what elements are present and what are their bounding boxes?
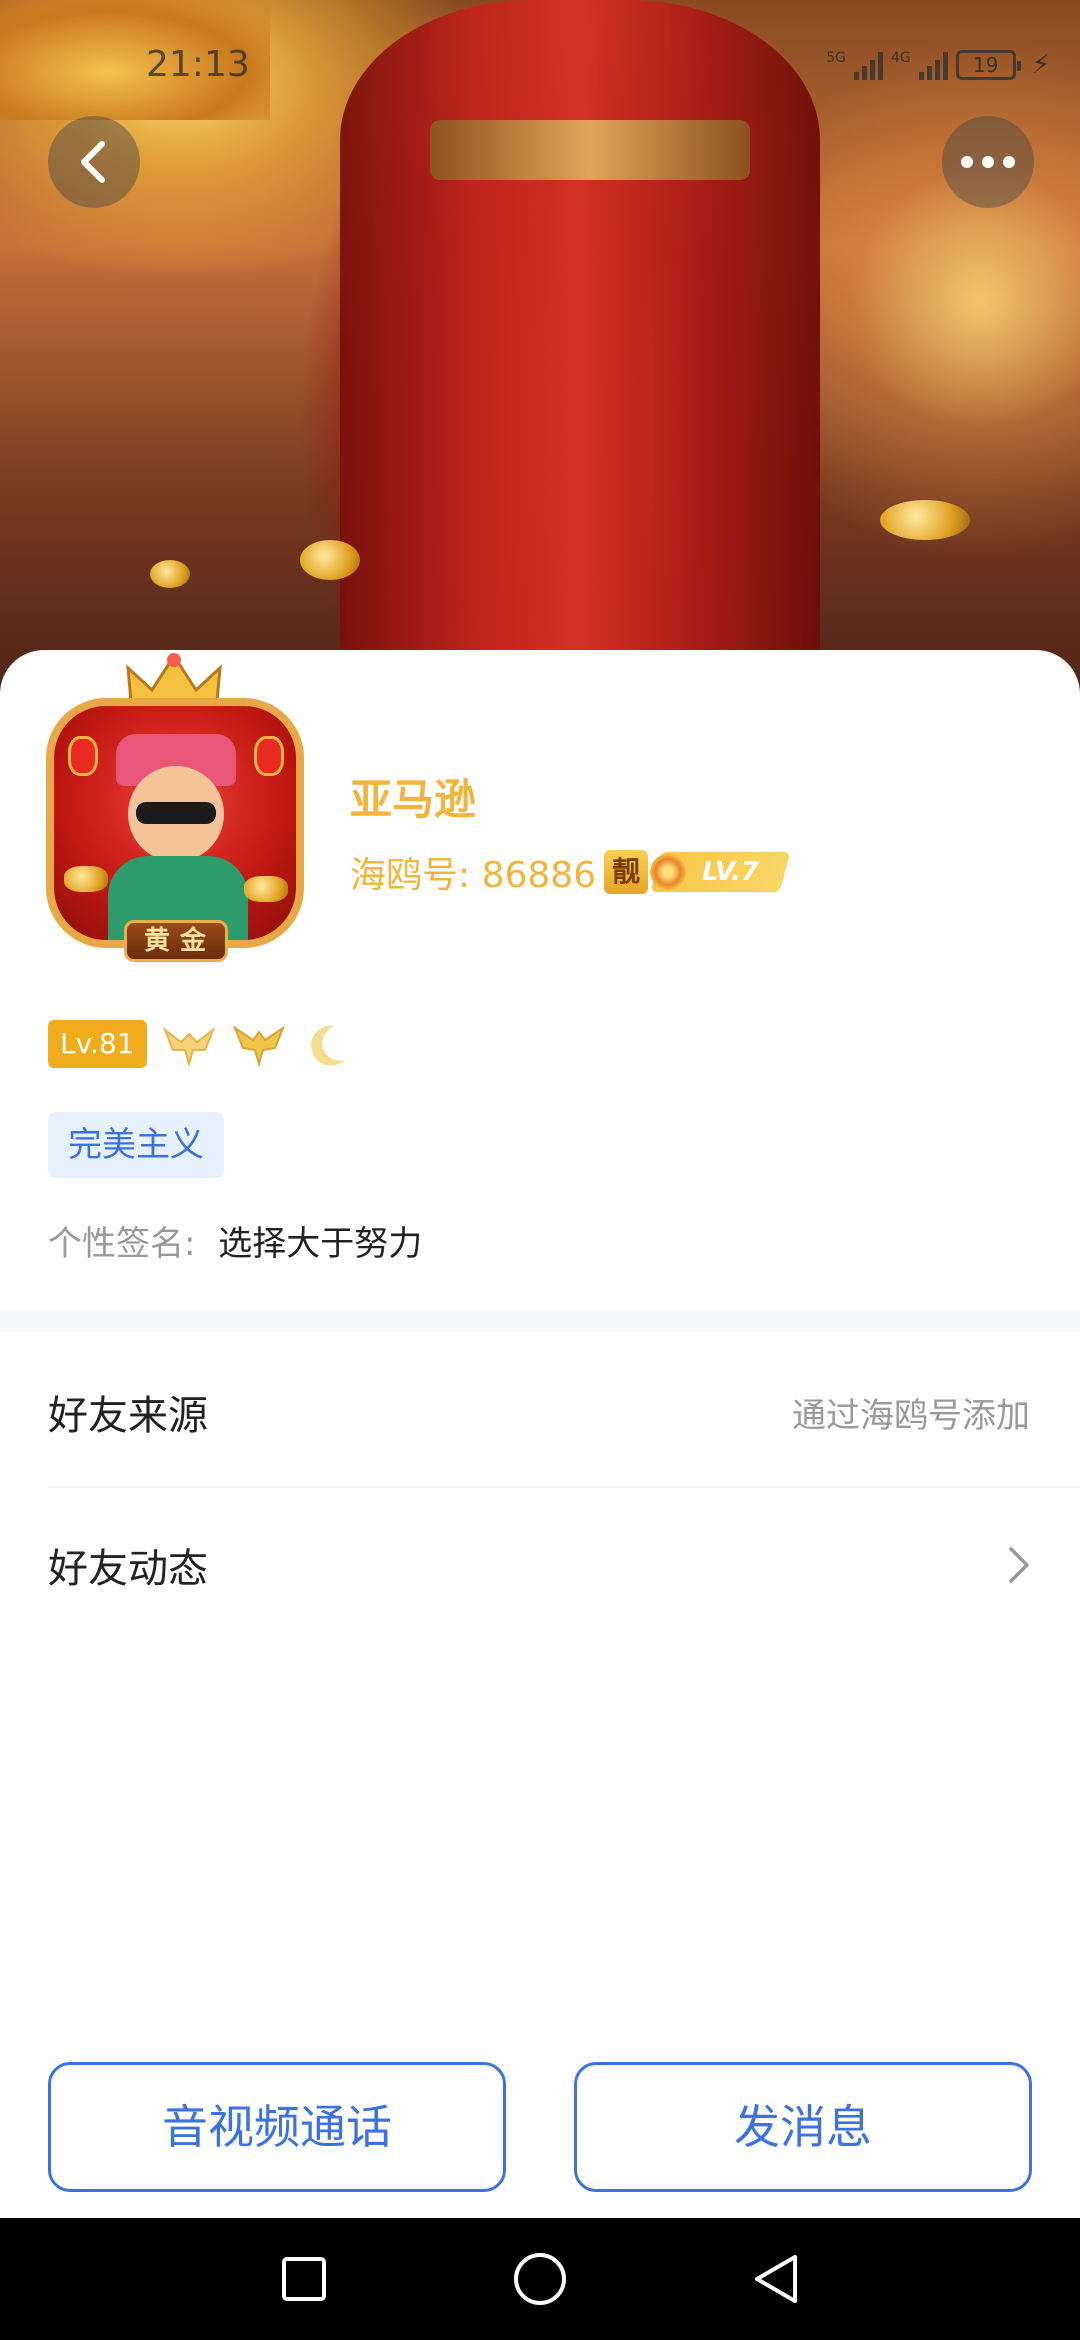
system-back-button[interactable] <box>748 2251 804 2307</box>
network-type-2: 4G <box>890 50 911 66</box>
level-row: Lv.81 <box>48 1020 357 1068</box>
signature-row: 个性签名: 选择大于努力 <box>48 1216 422 1265</box>
network-type-1: 5G <box>826 50 846 66</box>
personality-tag: 完美主义 <box>48 1112 224 1178</box>
send-message-button[interactable]: 发消息 <box>574 2062 1032 2192</box>
eagle-medal-icon <box>162 1027 215 1068</box>
signature-value: 选择大于努力 <box>218 1224 423 1264</box>
avatar-image <box>46 698 304 948</box>
section-divider <box>0 1310 1080 1332</box>
home-button[interactable] <box>512 2251 568 2307</box>
back-button[interactable] <box>48 116 140 208</box>
signature-label: 个性签名: <box>48 1224 196 1264</box>
coin-icon <box>650 854 687 890</box>
status-icons: 5G 4G 19 ⚡ <box>826 50 1050 80</box>
profile-id-row: 海鸥号: 86886 靓 LV.7 <box>350 846 791 898</box>
vip-level-text: LV.7 <box>702 857 760 887</box>
square-icon <box>282 2257 326 2301</box>
pretty-number-badge: 靓 <box>604 850 649 894</box>
vip-level-badge: LV.7 <box>650 852 791 892</box>
friend-moments-row[interactable]: 好友动态 <box>48 1490 1080 1640</box>
status-bar: 21:13 5G 4G 19 ⚡ <box>0 36 1080 96</box>
signal-icon <box>853 50 883 80</box>
moon-icon <box>310 1025 345 1066</box>
avatar[interactable]: 黄金 <box>46 650 304 970</box>
profile-name: 亚马逊 <box>350 775 477 824</box>
user-level-badge: Lv.81 <box>48 1020 147 1068</box>
system-navigation-bar <box>0 2218 1080 2340</box>
signal-icon-2 <box>918 50 948 80</box>
recent-apps-button[interactable] <box>276 2251 332 2307</box>
profile-cover-image <box>0 0 1080 700</box>
friend-source-value: 通过海鸥号添加 <box>792 1395 1030 1436</box>
more-dots-icon <box>961 156 1015 168</box>
triangle-back-icon <box>755 2255 797 2303</box>
battery-icon: 19 <box>955 50 1021 80</box>
friend-moments-title: 好友动态 <box>48 1546 208 1592</box>
chevron-right-icon <box>1008 1546 1030 1584</box>
video-call-button[interactable]: 音视频通话 <box>48 2062 506 2192</box>
friend-profile-page: 21:13 5G 4G 19 ⚡ 黄金 亚马逊 海鸥号: 86886 靓 LV.… <box>0 0 1080 2340</box>
friend-source-title: 好友来源 <box>48 1393 208 1439</box>
eagle-medal-icon-2 <box>232 1025 285 1068</box>
charging-icon: ⚡ <box>1031 50 1050 80</box>
circle-icon <box>514 2253 566 2305</box>
profile-id: 海鸥号: 86886 <box>350 855 597 896</box>
avatar-frame-badge: 黄金 <box>124 920 228 962</box>
more-button[interactable] <box>942 116 1034 208</box>
friend-source-row: 好友来源 通过海鸥号添加 <box>48 1338 1080 1488</box>
status-time: 21:13 <box>146 44 250 85</box>
back-arrow-icon <box>81 141 105 183</box>
